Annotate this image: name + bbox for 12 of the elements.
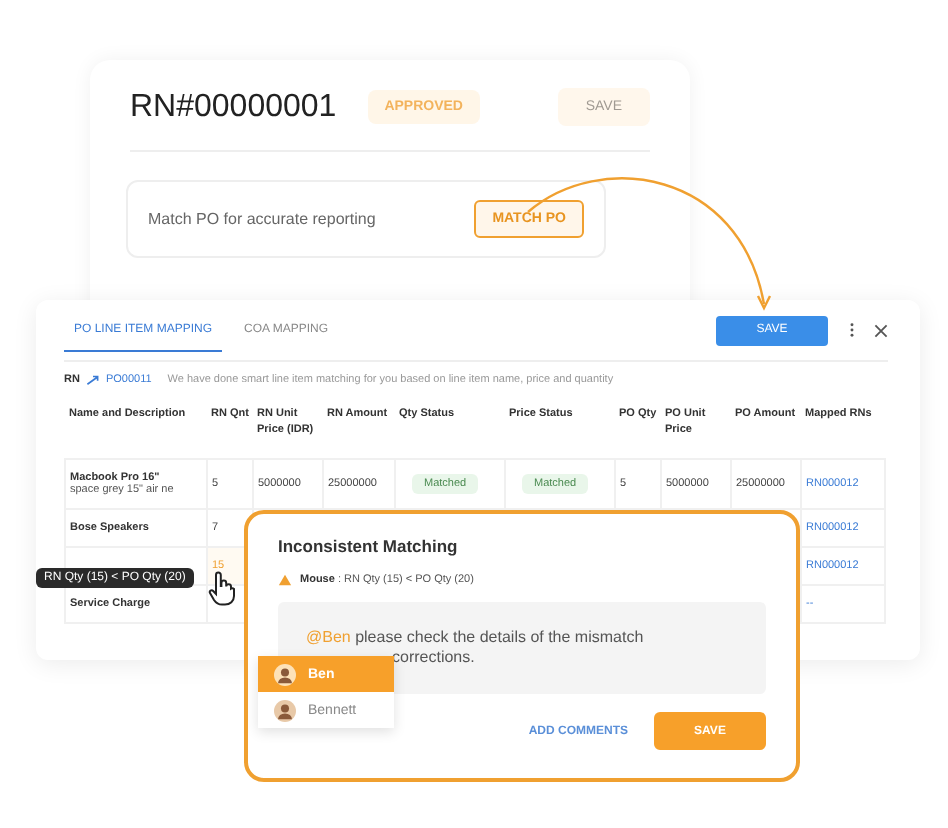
- more-icon[interactable]: [848, 322, 856, 338]
- warning-icon: [278, 574, 292, 586]
- match-prompt: Match PO for accurate reporting: [148, 210, 376, 228]
- comment-text: corrections.: [392, 648, 477, 666]
- avatar-icon: [274, 663, 296, 685]
- avatar-icon: [274, 699, 296, 721]
- popup-title: Inconsistent Matching: [278, 536, 460, 556]
- comment-text: @Ben please check the details of the mismatch: [306, 628, 646, 646]
- close-icon[interactable]: [874, 323, 888, 337]
- link-icon: [85, 374, 100, 386]
- hand-cursor-icon: [208, 570, 236, 606]
- receipt-title: RN#00000001: [130, 89, 337, 125]
